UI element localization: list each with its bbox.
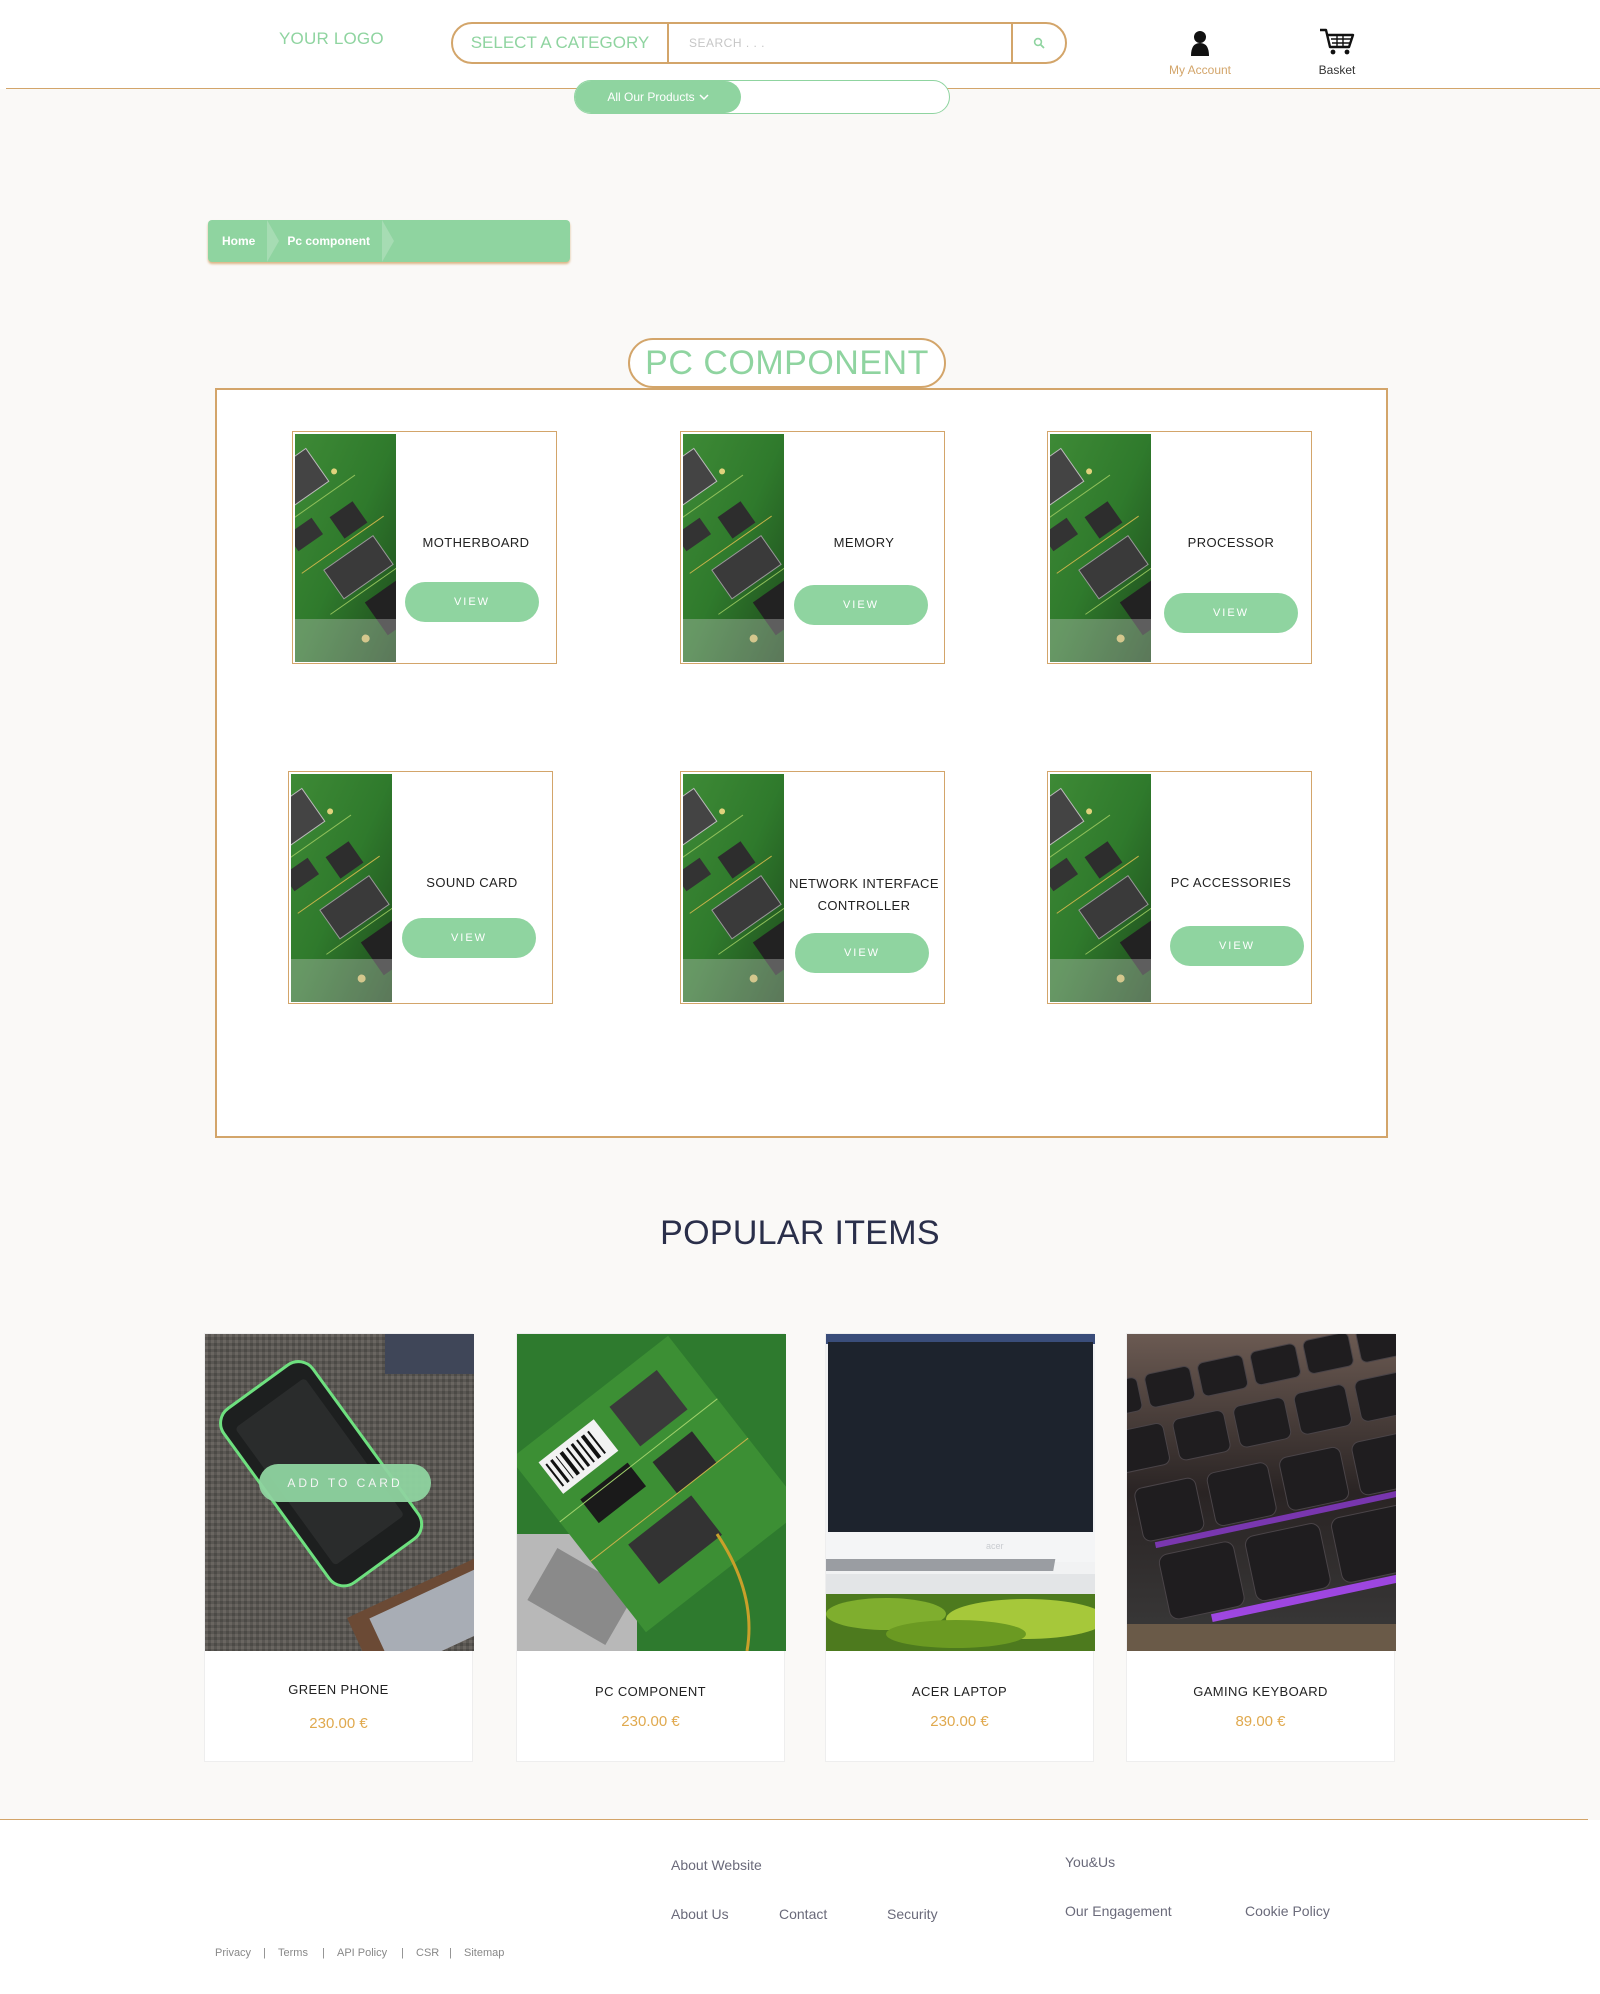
footer-divider [0,1819,1588,1820]
product-card-green-phone[interactable]: ADD TO CARD GREEN PHONE 230.00 € [204,1333,474,1762]
footer-about-website[interactable]: About Website [671,1857,762,1873]
search-bar: SELECT A CATEGORY [451,22,1067,64]
category-card-processor[interactable]: PROCESSOR VIEW [1047,431,1312,664]
site-header: YOUR LOGO SELECT A CATEGORY My Account B [0,0,1600,89]
product-card-pc-component[interactable]: PC COMPONENT 230.00 € [516,1333,786,1762]
view-button[interactable]: VIEW [795,933,929,973]
product-price: 230.00 € [930,1713,989,1730]
all-products-dropdown[interactable]: All Our Products [575,81,741,113]
footer-terms[interactable]: Terms [278,1947,308,1959]
chevron-down-icon [699,94,709,101]
product-price: 89.00 € [1235,1713,1286,1730]
footer-separator: | [322,1947,325,1959]
category-name: PROCESSOR [1187,535,1275,550]
breadcrumb: Home Pc component [208,220,570,262]
footer-separator: | [401,1947,404,1959]
search-input[interactable] [669,24,1011,62]
view-button[interactable]: VIEW [794,585,928,625]
product-name: GREEN PHONE [288,1682,389,1697]
product-price: 230.00 € [621,1713,680,1730]
product-card-acer-laptop[interactable]: acer ACER LAPTOP 230.00 € [825,1333,1095,1762]
breadcrumb-current[interactable]: Pc component [287,234,390,248]
footer-separator: | [263,1947,266,1959]
footer-api-policy[interactable]: API Policy [337,1947,387,1959]
search-icon [1033,37,1045,49]
category-card-memory[interactable]: MEMORY VIEW [680,431,945,664]
category-name: MEMORY [833,535,895,550]
view-button[interactable]: VIEW [1170,926,1304,966]
category-image [1050,774,1151,1002]
view-button[interactable]: VIEW [405,582,539,622]
category-name: MOTHERBOARD [422,535,530,550]
footer-privacy[interactable]: Privacy [215,1947,251,1959]
product-name: ACER LAPTOP [911,1684,1008,1699]
site-logo[interactable]: YOUR LOGO [279,29,384,49]
breadcrumb-home[interactable]: Home [222,234,275,248]
category-name: PC ACCESSORIES [1170,875,1292,890]
footer-contact[interactable]: Contact [779,1906,827,1922]
product-name: PC COMPONENT [595,1684,706,1699]
my-account-link[interactable]: My Account [1158,30,1242,77]
category-card-pc-accessories[interactable]: PC ACCESSORIES VIEW [1047,771,1312,1004]
category-image [295,434,396,662]
cart-icon [1320,28,1355,55]
footer-security[interactable]: Security [887,1906,938,1922]
category-card-motherboard[interactable]: MOTHERBOARD VIEW [292,431,557,664]
footer-separator: | [449,1947,452,1959]
category-image [683,434,784,662]
category-name: SOUND CARD [426,875,518,890]
all-products-label: All Our Products [607,90,695,104]
footer-csr[interactable]: CSR [416,1947,439,1959]
add-to-card-button[interactable]: ADD TO CARD [259,1464,431,1502]
svg-text:acer: acer [986,1541,1004,1551]
view-button[interactable]: VIEW [1164,593,1298,633]
basket-link[interactable]: Basket [1300,28,1374,77]
footer-our-engagement[interactable]: Our Engagement [1065,1903,1172,1919]
category-image [1050,434,1151,662]
product-card-gaming-keyboard[interactable]: GAMING KEYBOARD 89.00 € [1126,1333,1396,1762]
footer-you-us[interactable]: You&Us [1065,1854,1115,1870]
product-image [517,1334,786,1651]
product-price: 230.00 € [309,1715,368,1732]
all-products-bar: All Our Products [574,80,950,114]
search-button[interactable] [1011,24,1065,62]
my-account-label: My Account [1168,63,1232,77]
footer-about-us[interactable]: About Us [671,1906,729,1922]
user-icon [1191,31,1209,56]
footer-cookie-policy[interactable]: Cookie Policy [1245,1903,1330,1919]
category-select[interactable]: SELECT A CATEGORY [453,24,669,62]
view-button[interactable]: VIEW [402,918,536,958]
popular-items-title: POPULAR ITEMS [660,1214,940,1252]
category-card-sound-card[interactable]: SOUND CARD VIEW [288,771,553,1004]
product-image [1127,1334,1396,1651]
category-name-line1: NETWORK INTERFACE [789,876,939,891]
basket-label: Basket [1318,63,1356,77]
product-image: acer [826,1334,1095,1651]
section-title: PC COMPONENT [628,338,946,388]
category-image [291,774,392,1002]
category-card-network-interface-controller[interactable]: NETWORK INTERFACE CONTROLLER VIEW [680,771,945,1004]
category-image [683,774,784,1002]
footer-sitemap[interactable]: Sitemap [464,1947,504,1959]
product-name: GAMING KEYBOARD [1193,1684,1328,1699]
category-name-line2: CONTROLLER [817,898,911,913]
